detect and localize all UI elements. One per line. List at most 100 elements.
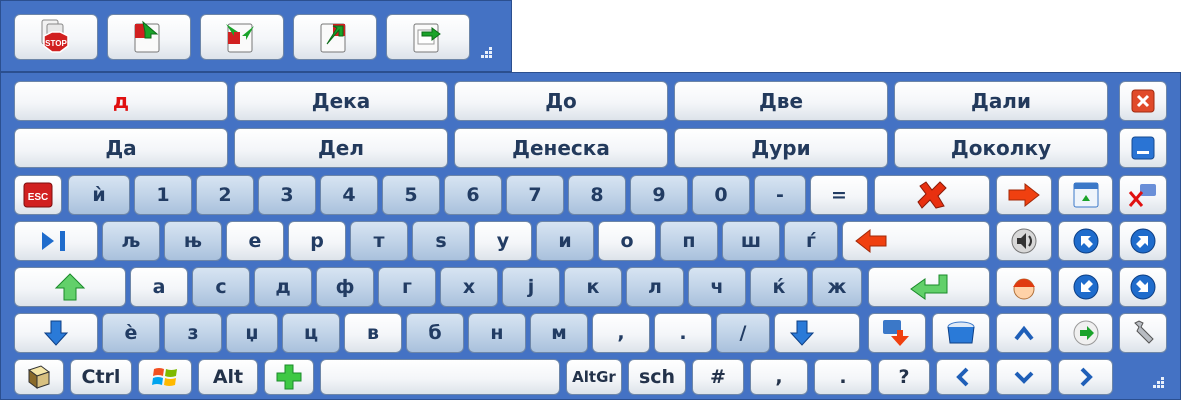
key-row5-6[interactable]: ј bbox=[502, 267, 560, 307]
toolbar-resize-grip[interactable] bbox=[481, 47, 492, 58]
key-row6-8[interactable]: , bbox=[592, 313, 650, 353]
key-row5-5[interactable]: х bbox=[440, 267, 498, 307]
key-row3-9[interactable]: 9 bbox=[630, 175, 688, 215]
suggestion-5[interactable]: Дали bbox=[894, 81, 1108, 121]
key-row4-4[interactable]: т bbox=[350, 221, 408, 261]
bucket-button[interactable] bbox=[932, 313, 990, 353]
minimize-button[interactable] bbox=[1119, 128, 1167, 168]
key-row3-0[interactable]: ѝ bbox=[68, 175, 130, 215]
text-select-button[interactable] bbox=[868, 313, 926, 353]
nav-down-left-button[interactable] bbox=[1058, 267, 1113, 307]
sch-key[interactable]: sch bbox=[628, 359, 686, 395]
key-row6-1[interactable]: з bbox=[164, 313, 222, 353]
key-row4-11[interactable]: ѓ bbox=[784, 221, 838, 261]
down-arrow-key[interactable] bbox=[996, 359, 1052, 395]
key-row6-10[interactable]: / bbox=[716, 313, 770, 353]
key-row3-11[interactable]: - bbox=[754, 175, 806, 215]
comma-key[interactable]: , bbox=[750, 359, 808, 395]
key-row6-9[interactable]: . bbox=[654, 313, 712, 353]
key-row5-0[interactable]: а bbox=[130, 267, 188, 307]
alt-key[interactable]: Alt bbox=[198, 359, 258, 395]
key-row3-12[interactable]: = bbox=[810, 175, 868, 215]
key-row4-1[interactable]: њ bbox=[164, 221, 222, 261]
key-row6-7[interactable]: м bbox=[530, 313, 588, 353]
suggestion-4[interactable]: Две bbox=[674, 81, 888, 121]
suggestion-8[interactable]: Денеска bbox=[454, 128, 668, 168]
period-key[interactable]: . bbox=[814, 359, 872, 395]
key-row6-3[interactable]: ц bbox=[282, 313, 340, 353]
undock-button[interactable] bbox=[293, 14, 377, 60]
suggestion-1[interactable]: д bbox=[14, 81, 228, 121]
question-key[interactable]: ? bbox=[878, 359, 930, 395]
right-shift-down-key[interactable] bbox=[774, 313, 860, 353]
nav-up-left-button[interactable] bbox=[1058, 221, 1113, 261]
shift-key[interactable] bbox=[14, 267, 126, 307]
tab-key[interactable] bbox=[14, 221, 98, 261]
key-row3-2[interactable]: 2 bbox=[196, 175, 254, 215]
key-row3-10[interactable]: 0 bbox=[692, 175, 750, 215]
key-row4-10[interactable]: ш bbox=[722, 221, 780, 261]
key-row5-10[interactable]: ќ bbox=[750, 267, 808, 307]
key-row4-6[interactable]: у bbox=[474, 221, 532, 261]
key-row5-1[interactable]: с bbox=[192, 267, 250, 307]
windows-key[interactable] bbox=[138, 359, 192, 395]
dock-button[interactable] bbox=[107, 14, 191, 60]
key-row6-0[interactable]: ѐ bbox=[102, 313, 160, 353]
key-row4-9[interactable]: п bbox=[660, 221, 718, 261]
key-row5-4[interactable]: г bbox=[378, 267, 436, 307]
key-row5-9[interactable]: ч bbox=[688, 267, 746, 307]
suggestion-6[interactable]: Да bbox=[14, 128, 228, 168]
add-button[interactable] bbox=[264, 359, 314, 395]
key-row6-4[interactable]: в bbox=[344, 313, 402, 353]
key-row6-2[interactable]: џ bbox=[226, 313, 278, 353]
key-row3-7[interactable]: 7 bbox=[506, 175, 564, 215]
left-arrow-key[interactable] bbox=[936, 359, 990, 395]
ctrl-key[interactable]: Ctrl bbox=[70, 359, 132, 395]
altgr-key[interactable]: AltGr bbox=[566, 359, 622, 395]
keyboard-resize-grip[interactable] bbox=[1153, 377, 1164, 388]
spellcheck-button[interactable] bbox=[1119, 175, 1167, 215]
backspace-key[interactable] bbox=[842, 221, 990, 261]
key-row5-3[interactable]: ф bbox=[316, 267, 374, 307]
key-row5-11[interactable]: ж bbox=[812, 267, 862, 307]
settings-button[interactable] bbox=[1119, 313, 1167, 353]
delete-word-button[interactable] bbox=[874, 175, 990, 215]
suggestion-2[interactable]: Дека bbox=[234, 81, 448, 121]
left-shift-down-key[interactable] bbox=[14, 313, 98, 353]
float-button[interactable] bbox=[386, 14, 470, 60]
key-row4-8[interactable]: о bbox=[598, 221, 656, 261]
caret-up-button[interactable] bbox=[996, 313, 1052, 353]
macro-button[interactable] bbox=[14, 359, 64, 395]
key-row6-5[interactable]: б bbox=[406, 313, 464, 353]
key-row3-8[interactable]: 8 bbox=[568, 175, 626, 215]
face-button[interactable] bbox=[996, 267, 1052, 307]
dock-both-button[interactable] bbox=[200, 14, 284, 60]
space-bar[interactable] bbox=[320, 359, 560, 395]
key-row5-7[interactable]: к bbox=[564, 267, 622, 307]
forward-arrow-button[interactable] bbox=[996, 175, 1052, 215]
key-row3-6[interactable]: 6 bbox=[444, 175, 502, 215]
key-row4-0[interactable]: љ bbox=[102, 221, 160, 261]
key-row3-3[interactable]: 3 bbox=[258, 175, 316, 215]
window-button[interactable] bbox=[1058, 175, 1113, 215]
suggestion-9[interactable]: Дури bbox=[674, 128, 888, 168]
suggestion-7[interactable]: Дел bbox=[234, 128, 448, 168]
suggestion-3[interactable]: До bbox=[454, 81, 668, 121]
key-row4-3[interactable]: р bbox=[288, 221, 346, 261]
suggestion-10[interactable]: Доколку bbox=[894, 128, 1108, 168]
hash-key[interactable]: # bbox=[692, 359, 744, 395]
nav-down-right-button[interactable] bbox=[1119, 267, 1167, 307]
stop-button[interactable]: STOP bbox=[14, 14, 98, 60]
key-row4-5[interactable]: ѕ bbox=[412, 221, 470, 261]
key-row3-5[interactable]: 5 bbox=[382, 175, 440, 215]
key-row4-7[interactable]: и bbox=[536, 221, 594, 261]
close-button[interactable] bbox=[1119, 81, 1167, 121]
sound-button[interactable] bbox=[996, 221, 1052, 261]
key-row3-1[interactable]: 1 bbox=[134, 175, 192, 215]
key-row3-4[interactable]: 4 bbox=[320, 175, 378, 215]
nav-up-right-button[interactable] bbox=[1119, 221, 1167, 261]
right-arrow-key[interactable] bbox=[1058, 359, 1113, 395]
forward-circle-button[interactable] bbox=[1058, 313, 1113, 353]
key-row6-6[interactable]: н bbox=[468, 313, 526, 353]
enter-key[interactable] bbox=[868, 267, 990, 307]
